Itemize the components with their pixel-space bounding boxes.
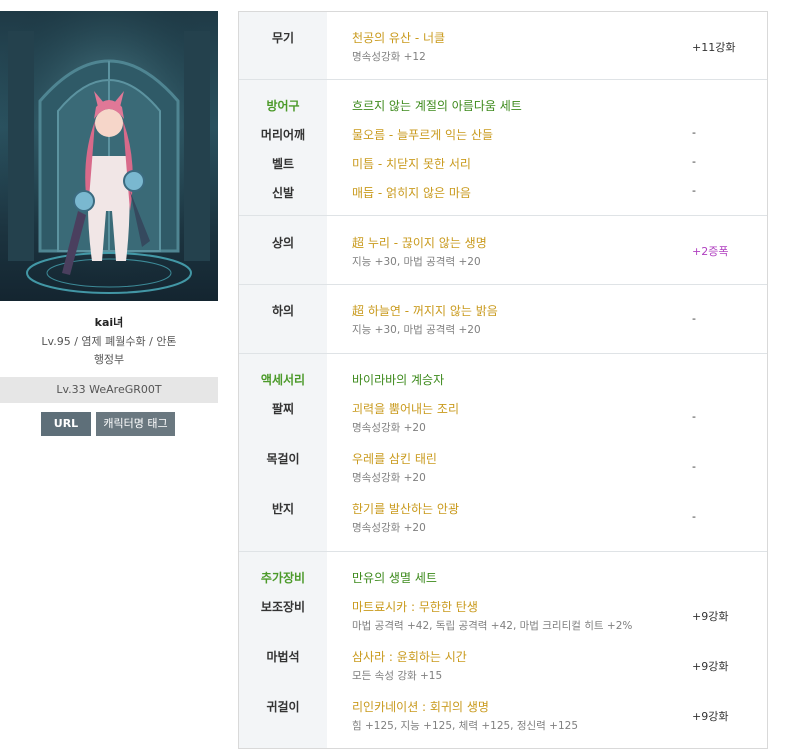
armor-section: 방어구 흐르지 않는 계절의 아름다움 세트 머리어깨 물오름 - 늘푸르게 익…	[239, 80, 767, 216]
item-name[interactable]: 미틈 - 치닫지 못한 서리	[352, 155, 471, 172]
weapon-section: 무기 천공의 유산 - 너클 명속성강화 +12 +11강화	[239, 12, 767, 80]
item-name[interactable]: 우레를 삼킨 태린	[352, 450, 437, 467]
accessory-item-row: 반지 한기를 발산하는 안광 명속성강화 +20 -	[239, 500, 767, 534]
item-option: 명속성강화 +20	[352, 422, 426, 434]
top-section: 상의 超 누리 - 끊이지 않는 생명 지능 +30, 마법 공격력 +20 +…	[239, 216, 767, 285]
item-name[interactable]: 超 누리 - 끊이지 않는 생명	[352, 234, 487, 251]
character-panel: kai녀 Lv.95 / 염제 폐월수화 / 안톤 행정부 Lv.33 WeAr…	[0, 0, 220, 750]
bottom-row: 하의 超 하늘연 - 꺼지지 않는 밝음 지능 +30, 마법 공격력 +20 …	[239, 302, 767, 336]
group-label: 방어구	[266, 99, 300, 113]
bottom-section: 하의 超 하늘연 - 꺼지지 않는 밝음 지능 +30, 마법 공격력 +20 …	[239, 285, 767, 354]
reinforce-value: -	[692, 460, 696, 473]
group-label: 액세서리	[260, 373, 306, 387]
item-name[interactable]: 괴력을 뿜어내는 조리	[352, 400, 459, 417]
extra-equipment-section: 추가장비 만유의 생멸 세트 보조장비 마트료시카 : 무한한 탄생 마법 공격…	[239, 552, 767, 748]
accessory-item-row: 목걸이 우레를 삼킨 태린 명속성강화 +20 -	[239, 450, 767, 484]
reinforce-value: +9강화	[692, 660, 729, 673]
group-label: 추가장비	[260, 571, 306, 585]
extra-set-row: 추가장비 만유의 생멸 세트	[239, 569, 767, 589]
reinforce-value: -	[692, 312, 696, 325]
slot-label: 벨트	[271, 157, 295, 171]
character-illustration	[0, 11, 218, 301]
set-name[interactable]: 바이라바의 계승자	[352, 371, 444, 388]
guild-info: Lv.33 WeAreGR00T	[0, 377, 218, 403]
item-option: 지능 +30, 마법 공격력 +20	[352, 256, 481, 268]
slot-label: 하의	[271, 304, 295, 318]
reinforce-value: +9강화	[692, 610, 729, 623]
extra-item-row: 보조장비 마트료시카 : 무한한 탄생 마법 공격력 +42, 독립 공격력 +…	[239, 598, 767, 632]
item-name[interactable]: 超 하늘연 - 꺼지지 않는 밝음	[352, 302, 498, 319]
reinforce-value: -	[692, 126, 696, 139]
amplify-value: +2증폭	[692, 245, 729, 258]
extra-item-row: 귀걸이 리인카네이션 : 회귀의 생명 힘 +125, 지능 +125, 체력 …	[239, 698, 767, 732]
slot-label: 반지	[271, 502, 295, 516]
equipment-table: 무기 천공의 유산 - 너클 명속성강화 +12 +11강화 방어구 흐르지 않…	[238, 11, 768, 749]
item-name[interactable]: 한기를 발산하는 안광	[352, 500, 459, 517]
item-name[interactable]: 마트료시카 : 무한한 탄생	[352, 598, 478, 615]
reinforce-value: -	[692, 184, 696, 197]
slot-label: 머리어깨	[260, 128, 306, 142]
armor-set-row: 방어구 흐르지 않는 계절의 아름다움 세트	[239, 97, 767, 117]
character-portrait	[0, 11, 218, 301]
item-option: 명속성강화 +12	[352, 51, 426, 63]
armor-item-row: 신발 매듭 - 얽히지 않은 마음 -	[239, 184, 767, 204]
item-name[interactable]: 삼사라 : 윤회하는 시간	[352, 648, 467, 665]
accessory-set-row: 액세서리 바이라바의 계승자	[239, 371, 767, 391]
reinforce-value: -	[692, 510, 696, 523]
slot-label: 상의	[271, 236, 295, 250]
item-name[interactable]: 리인카네이션 : 회귀의 생명	[352, 698, 489, 715]
item-name[interactable]: 물오름 - 늘푸르게 익는 산들	[352, 126, 493, 143]
slot-label: 신발	[271, 186, 295, 200]
item-option: 지능 +30, 마법 공격력 +20	[352, 324, 481, 336]
character-info: Lv.95 / 염제 폐월수화 / 안톤 행정부	[0, 333, 218, 369]
accessory-item-row: 팔찌 괴력을 뿜어내는 조리 명속성강화 +20 -	[239, 400, 767, 434]
slot-label: 무기	[271, 31, 295, 45]
character-adventure-group: 행정부	[93, 353, 125, 366]
armor-item-row: 벨트 미틈 - 치닫지 못한 서리 -	[239, 155, 767, 175]
item-name[interactable]: 천공의 유산 - 너클	[352, 29, 445, 46]
slot-label: 귀걸이	[266, 700, 300, 714]
top-row: 상의 超 누리 - 끊이지 않는 생명 지능 +30, 마법 공격력 +20 +…	[239, 234, 767, 268]
weapon-row: 무기 천공의 유산 - 너클 명속성강화 +12 +11강화	[239, 29, 767, 63]
item-option: 명속성강화 +20	[352, 472, 426, 484]
character-level-class-server: Lv.95 / 염제 폐월수화 / 안톤	[41, 335, 177, 348]
item-name[interactable]: 매듭 - 얽히지 않은 마음	[352, 184, 471, 201]
item-option: 명속성강화 +20	[352, 522, 426, 534]
reinforce-value: -	[692, 410, 696, 423]
reinforce-value: +11강화	[692, 41, 736, 54]
slot-label: 목걸이	[266, 452, 300, 466]
slot-label: 팔찌	[271, 402, 295, 416]
url-button[interactable]: URL	[41, 412, 91, 436]
item-option: 모든 속성 강화 +15	[352, 670, 443, 682]
character-tag-button[interactable]: 캐릭터명 태그	[96, 412, 175, 436]
set-name[interactable]: 만유의 생멸 세트	[352, 569, 437, 586]
accessory-section: 액세서리 바이라바의 계승자 팔찌 괴력을 뿜어내는 조리 명속성강화 +20 …	[239, 354, 767, 552]
extra-item-row: 마법석 삼사라 : 윤회하는 시간 모든 속성 강화 +15 +9강화	[239, 648, 767, 682]
reinforce-value: +9강화	[692, 710, 729, 723]
slot-label: 마법석	[266, 650, 300, 664]
armor-item-row: 머리어깨 물오름 - 늘푸르게 익는 산들 -	[239, 126, 767, 146]
character-name: kai녀	[94, 316, 124, 329]
set-name[interactable]: 흐르지 않는 계절의 아름다움 세트	[352, 97, 522, 114]
item-option: 힘 +125, 지능 +125, 체력 +125, 정신력 +125	[352, 720, 579, 732]
reinforce-value: -	[692, 155, 696, 168]
slot-label: 보조장비	[260, 600, 306, 614]
item-option: 마법 공격력 +42, 독립 공격력 +42, 마법 크리티컬 히트 +2%	[352, 620, 633, 632]
